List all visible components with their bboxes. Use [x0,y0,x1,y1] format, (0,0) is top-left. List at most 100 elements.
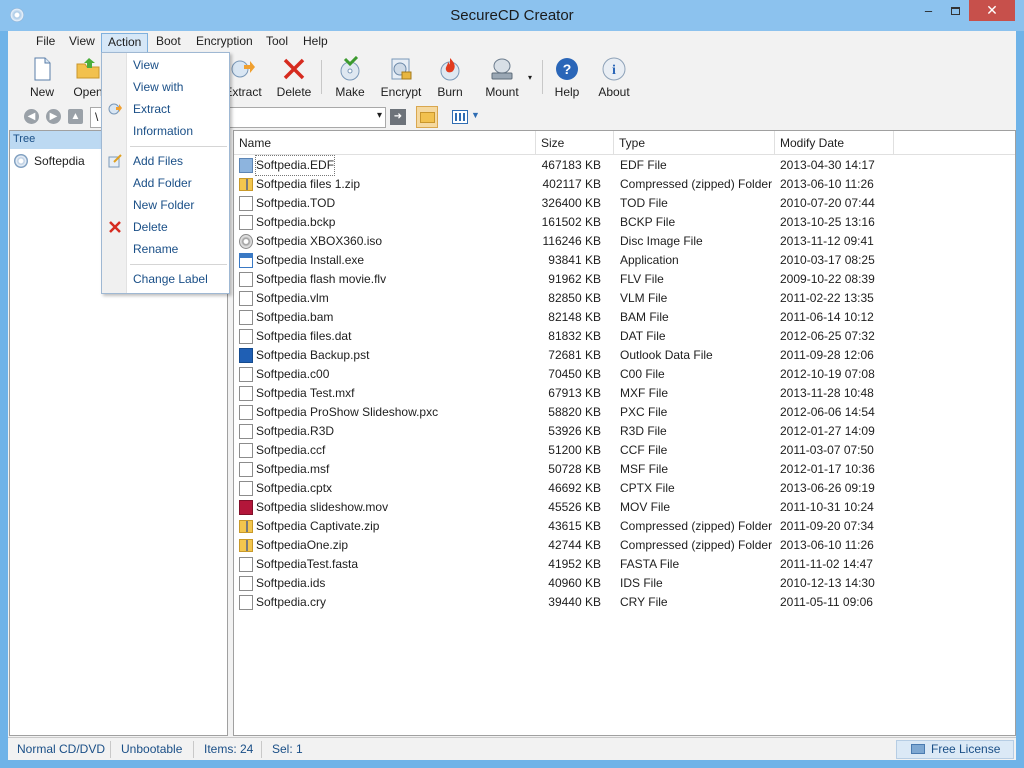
file-modify-date: 2012-01-27 14:09 [780,424,875,438]
file-row[interactable]: SoftpediaOne.zip 42744 KB Compressed (zipp… [234,536,1015,555]
file-row[interactable]: Softpedia slideshow.mov 45526 KB MOV File 2… [234,498,1015,517]
menu-item-extract[interactable]: Extract [133,100,170,118]
file-row[interactable]: Softpedia.bam 82148 KB BAM File 2011-06-14 … [234,308,1015,327]
menu-item-information[interactable]: Information [133,122,193,140]
file-modify-date: 2013-06-26 09:19 [780,481,875,495]
file-row[interactable]: Softpedia Backup.pst 72681 KB Outlook Data… [234,346,1015,365]
file-icon [239,557,253,572]
file-row[interactable]: Softpedia.cry 39440 KB CRY File 2011-05-11 … [234,593,1015,612]
tree-item-root[interactable]: Softepdia [14,153,85,169]
maximize-button[interactable] [942,0,969,21]
back-arrow-icon[interactable]: ◀ [24,109,39,124]
help-button[interactable]: ? Help [552,54,582,100]
menu-item-view[interactable]: View [133,56,159,74]
menu-boot[interactable]: Boot [150,33,187,52]
mount-dropdown-arrow-icon[interactable]: ▾ [528,73,532,82]
license-button[interactable]: Free License [896,740,1014,759]
file-row[interactable]: Softpedia.vlm 82850 KB VLM File 2011-02-22 … [234,289,1015,308]
title-bar[interactable]: SecureCD Creator – ✕ [0,0,1024,31]
file-row[interactable]: Softpedia ProShow Slideshow.pxc 58820 KB P… [234,403,1015,422]
disc-image-icon [239,234,253,249]
file-row[interactable]: Softpedia.cptx 46692 KB CPTX File 2013-06-2… [234,479,1015,498]
file-row[interactable]: Softpedia Captivate.zip 43615 KB Compresse… [234,517,1015,536]
burn-button[interactable]: Burn [432,54,468,100]
file-row[interactable]: Softpedia Install.exe 93841 KB Application… [234,251,1015,270]
menu-item-view-with[interactable]: View with [133,78,183,96]
view-mode-button[interactable] [452,110,468,124]
delete-x-icon [108,220,122,234]
toolbar-separator [321,60,322,94]
file-row[interactable]: Softpedia XBOX360.iso 116246 KB Disc Image… [234,232,1015,251]
menu-item-add-files[interactable]: Add Files [133,152,183,170]
file-icon [239,595,253,610]
browse-folder-button[interactable] [416,106,438,128]
file-row[interactable]: Softpedia files.dat 81832 KB DAT File 2012-… [234,327,1015,346]
file-row[interactable]: Softpedia flash movie.flv 91962 KB FLV Fil… [234,270,1015,289]
column-size[interactable]: Size [536,131,614,155]
file-size: 39440 KB [548,595,601,609]
file-type: MOV File [620,500,671,514]
file-size: 53926 KB [548,424,601,438]
file-row[interactable]: Softpedia.EDF 467183 KB EDF File 2013-04-30… [234,155,1015,176]
file-modify-date: 2012-06-25 07:32 [780,329,875,343]
go-arrow-icon[interactable]: ➜ [390,109,406,125]
menu-item-add-folder[interactable]: Add Folder [133,174,192,192]
file-modify-date: 2011-05-11 09:06 [780,595,873,609]
help-question-icon: ? [554,56,580,82]
menu-separator [130,264,227,265]
menu-encryption[interactable]: Encryption [190,33,259,52]
menu-item-delete[interactable]: Delete [133,218,168,236]
extract-icon [108,102,122,116]
file-modify-date: 2013-10-25 13:16 [780,215,875,229]
file-size: 43615 KB [548,519,601,533]
file-row[interactable]: Softpedia files 1.zip 402117 KB Compressed… [234,175,1015,194]
about-button[interactable]: i About [594,54,634,100]
column-type[interactable]: Type [614,131,775,155]
file-row[interactable]: Softpedia Test.mxf 67913 KB MXF File 2013-1… [234,384,1015,403]
make-button[interactable]: Make [332,54,368,100]
chevron-down-icon[interactable]: ▾ [377,110,382,121]
file-row[interactable]: Softpedia.c00 70450 KB C00 File 2012-10-19 … [234,365,1015,384]
open-folder-icon [75,56,101,82]
encrypt-button[interactable]: Encrypt [378,54,424,100]
file-name: Softpedia Captivate.zip [256,519,380,533]
mount-button[interactable]: Mount [476,54,528,100]
file-list-pane[interactable]: Name Size Type Modify Date Softpedia.EDF… [233,130,1016,736]
column-modify-date[interactable]: Modify Date [775,131,894,155]
file-name: Softpedia ProShow Slideshow.pxc [256,405,439,419]
file-modify-date: 2011-06-14 10:12 [780,310,874,324]
file-type: TOD File [620,196,668,210]
menu-file[interactable]: File [30,33,61,52]
minimize-button[interactable]: – [915,0,942,21]
forward-arrow-icon[interactable]: ▶ [46,109,61,124]
file-row[interactable]: Softpedia.ccf 51200 KB CCF File 2011-03-07 … [234,441,1015,460]
menu-view[interactable]: View [63,33,101,52]
view-mode-chevron-icon[interactable]: ▼ [471,110,480,120]
menu-help[interactable]: Help [297,33,334,52]
close-button[interactable]: ✕ [969,0,1015,21]
delete-button[interactable]: Delete [274,54,314,100]
edf-icon [239,158,253,173]
file-icon [239,443,253,458]
menu-tool[interactable]: Tool [260,33,294,52]
file-size: 161502 KB [541,215,601,229]
menu-item-rename[interactable]: Rename [133,240,178,258]
file-row[interactable]: Softpedia.R3D 53926 KB R3D File 2012-01-27 … [234,422,1015,441]
file-row[interactable]: Softpedia.ids 40960 KB IDS File 2010-12-13 … [234,574,1015,593]
file-row[interactable]: Softpedia.TOD 326400 KB TOD File 2010-07-20… [234,194,1015,213]
file-icon [239,196,253,211]
details-view-icon [455,113,465,121]
file-row[interactable]: Softpedia.bckp 161502 KB BCKP File 2013-10-… [234,213,1015,232]
file-row[interactable]: SoftpediaTest.fasta 41952 KB FASTA File 201… [234,555,1015,574]
file-name: Softpedia.ids [256,576,326,590]
column-name[interactable]: Name [234,131,536,155]
menu-item-new-folder[interactable]: New Folder [133,196,194,214]
up-folder-icon[interactable]: ▲ [68,109,83,124]
new-button[interactable]: New [24,54,60,100]
menu-action[interactable]: Action [101,33,149,52]
file-type: Outlook Data File [620,348,713,362]
menu-item-change-label[interactable]: Change Label [133,270,208,288]
file-row[interactable]: Softpedia.msf 50728 KB MSF File 2012-01-17 … [234,460,1015,479]
file-type: Compressed (zipped) Folder [620,519,773,533]
file-icon [239,367,253,382]
